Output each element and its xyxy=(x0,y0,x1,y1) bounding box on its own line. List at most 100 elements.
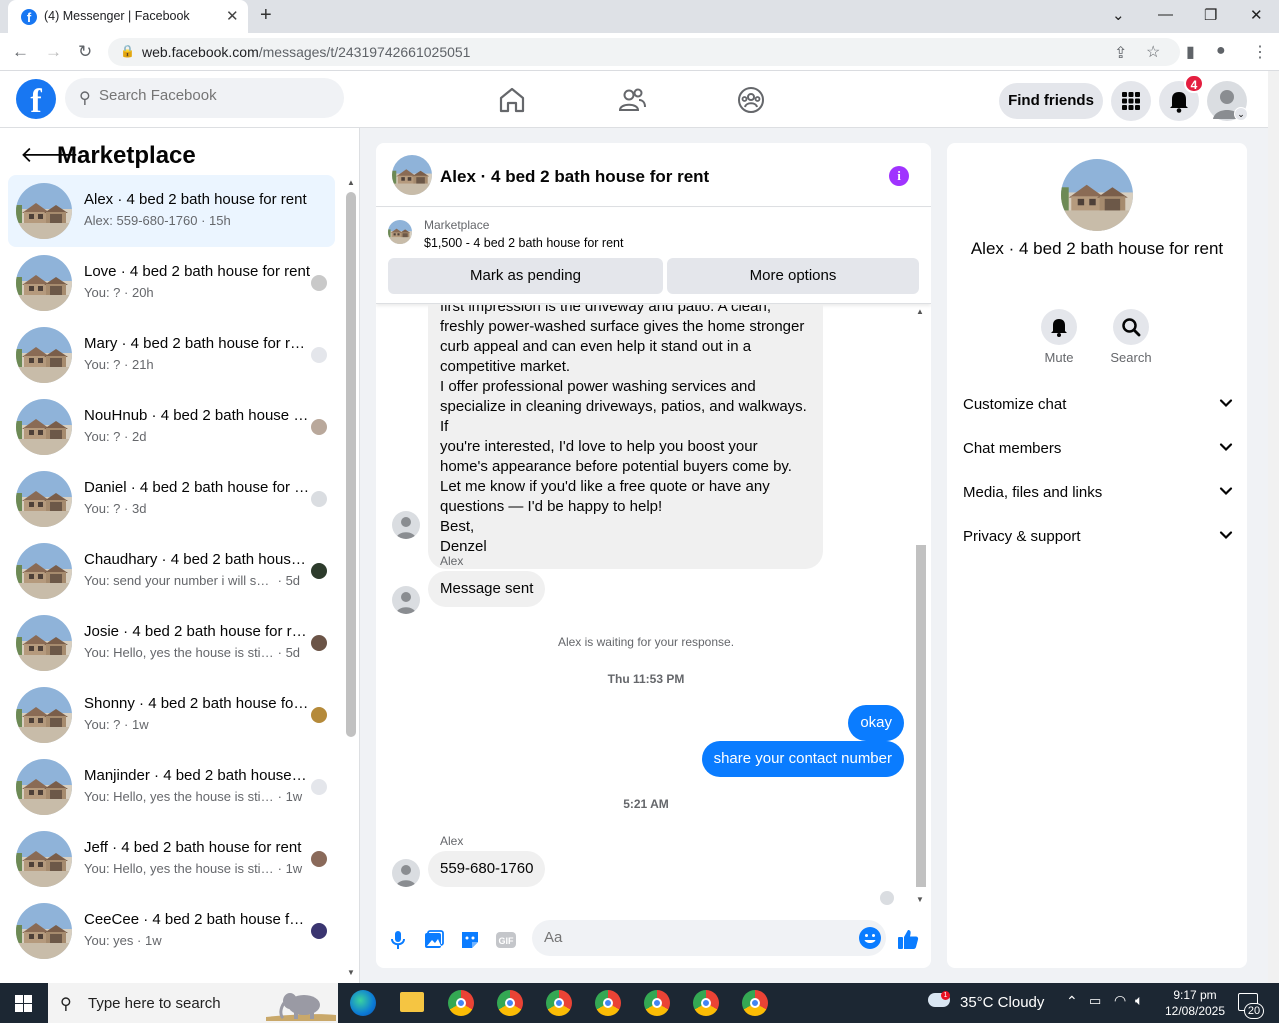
wifi-icon[interactable]: ◠ xyxy=(1114,992,1126,1009)
close-window-icon[interactable]: ✕ xyxy=(1250,6,1263,24)
chat-info-avatar[interactable] xyxy=(1061,159,1133,231)
restore-icon[interactable]: ❐ xyxy=(1204,6,1217,24)
taskbar-search-box[interactable]: ⚲ Type here to search xyxy=(48,983,338,1023)
friends-icon[interactable] xyxy=(617,85,647,115)
conversation-item[interactable]: Alex · 4 bed 2 bath house for rent Alex: … xyxy=(8,175,335,247)
scroll-down-icon[interactable]: ▼ xyxy=(347,968,355,977)
conversation-item[interactable]: Shonny · 4 bed 2 bath house for rent You:… xyxy=(8,679,335,751)
info-icon[interactable]: i xyxy=(889,166,909,186)
show-hidden-icons-icon[interactable]: ⌃ xyxy=(1066,993,1078,1010)
share-icon[interactable]: ⇪ xyxy=(1114,43,1127,63)
seen-avatar xyxy=(311,923,327,939)
conversation-item[interactable]: Chaudhary · 4 bed 2 bath house for rent Y… xyxy=(8,535,335,607)
home-icon[interactable] xyxy=(497,85,527,115)
thumbs-up-icon[interactable] xyxy=(896,927,920,951)
photo-icon[interactable] xyxy=(422,928,446,952)
tab-search-chevron-icon[interactable]: ⌄ xyxy=(1112,6,1125,24)
conversation-item[interactable]: Daniel · 4 bed 2 bath house for rent You:… xyxy=(8,463,335,535)
search-in-chat-button[interactable]: Search xyxy=(1101,309,1161,365)
section-label: Privacy & support xyxy=(963,528,1081,545)
menu-grid-button[interactable] xyxy=(1111,81,1151,121)
chat-info-section[interactable]: Media, files and links xyxy=(963,484,1233,514)
message-line: Denzel xyxy=(440,538,487,555)
scroll-up-icon[interactable]: ▲ xyxy=(916,307,924,316)
conversation-preview: You: yes xyxy=(84,933,134,948)
account-chevron-icon[interactable]: ⌄ xyxy=(1234,107,1248,121)
windows-start-icon[interactable] xyxy=(15,995,32,1012)
new-tab-icon[interactable]: + xyxy=(260,4,272,27)
close-tab-icon[interactable]: ✕ xyxy=(226,7,239,25)
sender-name: Alex xyxy=(440,834,464,848)
url-field[interactable]: 🔒 web.facebook.com/messages/t/2431974266… xyxy=(108,38,1180,66)
scroll-down-icon[interactable]: ▼ xyxy=(916,895,924,904)
message-input[interactable] xyxy=(544,929,844,946)
conversation-name: Manjinder · 4 bed 2 bath house for rent xyxy=(84,767,310,784)
chat-info-section[interactable]: Customize chat xyxy=(963,396,1233,426)
chrome-app-icon[interactable] xyxy=(448,990,474,1016)
weather-text[interactable]: 35°C Cloudy xyxy=(960,994,1044,1011)
chrome-app-icon[interactable] xyxy=(497,990,523,1016)
microphone-icon[interactable] xyxy=(386,928,410,952)
page-scrollbar[interactable] xyxy=(1268,71,1279,983)
emoji-icon[interactable] xyxy=(858,926,882,950)
edge-app-icon[interactable] xyxy=(350,990,376,1016)
mute-button[interactable]: Mute xyxy=(1029,309,1089,365)
gif-icon[interactable]: GIF xyxy=(494,928,518,952)
chrome-app-icon[interactable] xyxy=(546,990,572,1016)
scroll-up-icon[interactable]: ▲ xyxy=(347,178,355,187)
mark-as-pending-button[interactable]: Mark as pending xyxy=(388,258,663,294)
scrollbar-thumb[interactable] xyxy=(346,192,356,737)
groups-icon[interactable] xyxy=(736,85,766,115)
taskbar-clock[interactable]: 9:17 pm 12/08/2025 xyxy=(1160,987,1230,1019)
conversation-item[interactable]: Love · 4 bed 2 bath house for rent You: ?… xyxy=(8,247,335,319)
sender-avatar[interactable] xyxy=(392,859,420,887)
browser-tab[interactable]: f (4) Messenger | Facebook ✕ xyxy=(8,0,248,33)
menu-dots-icon[interactable]: ⋮ xyxy=(1252,42,1268,62)
chat-info-section[interactable]: Privacy & support xyxy=(963,528,1233,558)
tab-title: (4) Messenger | Facebook xyxy=(44,9,190,23)
listing-thumbnail[interactable] xyxy=(388,220,412,244)
search-input[interactable] xyxy=(99,87,329,104)
facebook-logo[interactable]: f xyxy=(16,79,56,120)
chrome-app-icon[interactable] xyxy=(693,990,719,1016)
chat-avatar[interactable] xyxy=(392,155,432,195)
file-explorer-icon[interactable] xyxy=(400,992,424,1012)
chat-title[interactable]: Alex · 4 bed 2 bath house for rent xyxy=(440,167,709,187)
chat-info-section[interactable]: Chat members xyxy=(963,440,1233,470)
back-icon[interactable]: ← xyxy=(12,42,29,62)
conversation-item[interactable]: CeeCee · 4 bed 2 bath house for rent You:… xyxy=(8,895,335,967)
conversation-item[interactable]: NouHnub · 4 bed 2 bath house for rent You… xyxy=(8,391,335,463)
more-options-button[interactable]: More options xyxy=(667,258,919,294)
chrome-app-icon[interactable] xyxy=(595,990,621,1016)
chrome-app-icon[interactable] xyxy=(732,983,778,1023)
scrollbar-thumb[interactable] xyxy=(916,545,926,887)
conversation-item[interactable]: Manjinder · 4 bed 2 bath house for rent Y… xyxy=(8,751,335,823)
minimize-icon[interactable]: — xyxy=(1158,6,1173,23)
conversation-name: NouHnub · 4 bed 2 bath house for rent xyxy=(84,407,310,424)
side-panel-icon[interactable]: ▮ xyxy=(1186,42,1195,62)
sender-avatar[interactable] xyxy=(392,586,420,614)
volume-icon[interactable]: 🔈︎ xyxy=(1135,992,1143,1009)
profile-icon[interactable]: ● xyxy=(1216,42,1226,60)
clock-time: 9:17 pm xyxy=(1173,988,1217,1002)
reload-icon[interactable]: ↻ xyxy=(78,42,92,62)
conversation-item[interactable]: Mary · 4 bed 2 bath house for rent You: ?… xyxy=(8,319,335,391)
sticker-icon[interactable] xyxy=(458,928,482,952)
forward-icon[interactable]: → xyxy=(45,42,62,62)
bookmark-star-icon[interactable]: ☆ xyxy=(1146,42,1160,62)
message-input-box[interactable] xyxy=(532,920,886,956)
clock-date: 12/08/2025 xyxy=(1164,1004,1226,1018)
conversation-item[interactable]: Josie · 4 bed 2 bath house for rent You: … xyxy=(8,607,335,679)
message-scrollbar[interactable]: ▲ ▼ xyxy=(914,305,928,910)
conversation-item[interactable]: Jeff · 4 bed 2 bath house for rent You: H… xyxy=(8,823,335,895)
chrome-app-icon[interactable] xyxy=(644,990,670,1016)
conversation-time: · 20h xyxy=(124,285,154,300)
marketplace-label: Marketplace xyxy=(424,218,490,232)
listing-title[interactable]: $1,500 - 4 bed 2 bath house for rent xyxy=(424,236,623,250)
conversation-list-scrollbar[interactable]: ▲ ▼ xyxy=(344,178,358,978)
find-friends-button[interactable]: Find friends xyxy=(999,83,1103,119)
search-box[interactable]: ⚲ xyxy=(65,78,344,118)
mute-label: Mute xyxy=(1044,350,1074,365)
sender-avatar[interactable] xyxy=(392,511,420,539)
device-icon[interactable]: ▭ xyxy=(1089,993,1101,1009)
